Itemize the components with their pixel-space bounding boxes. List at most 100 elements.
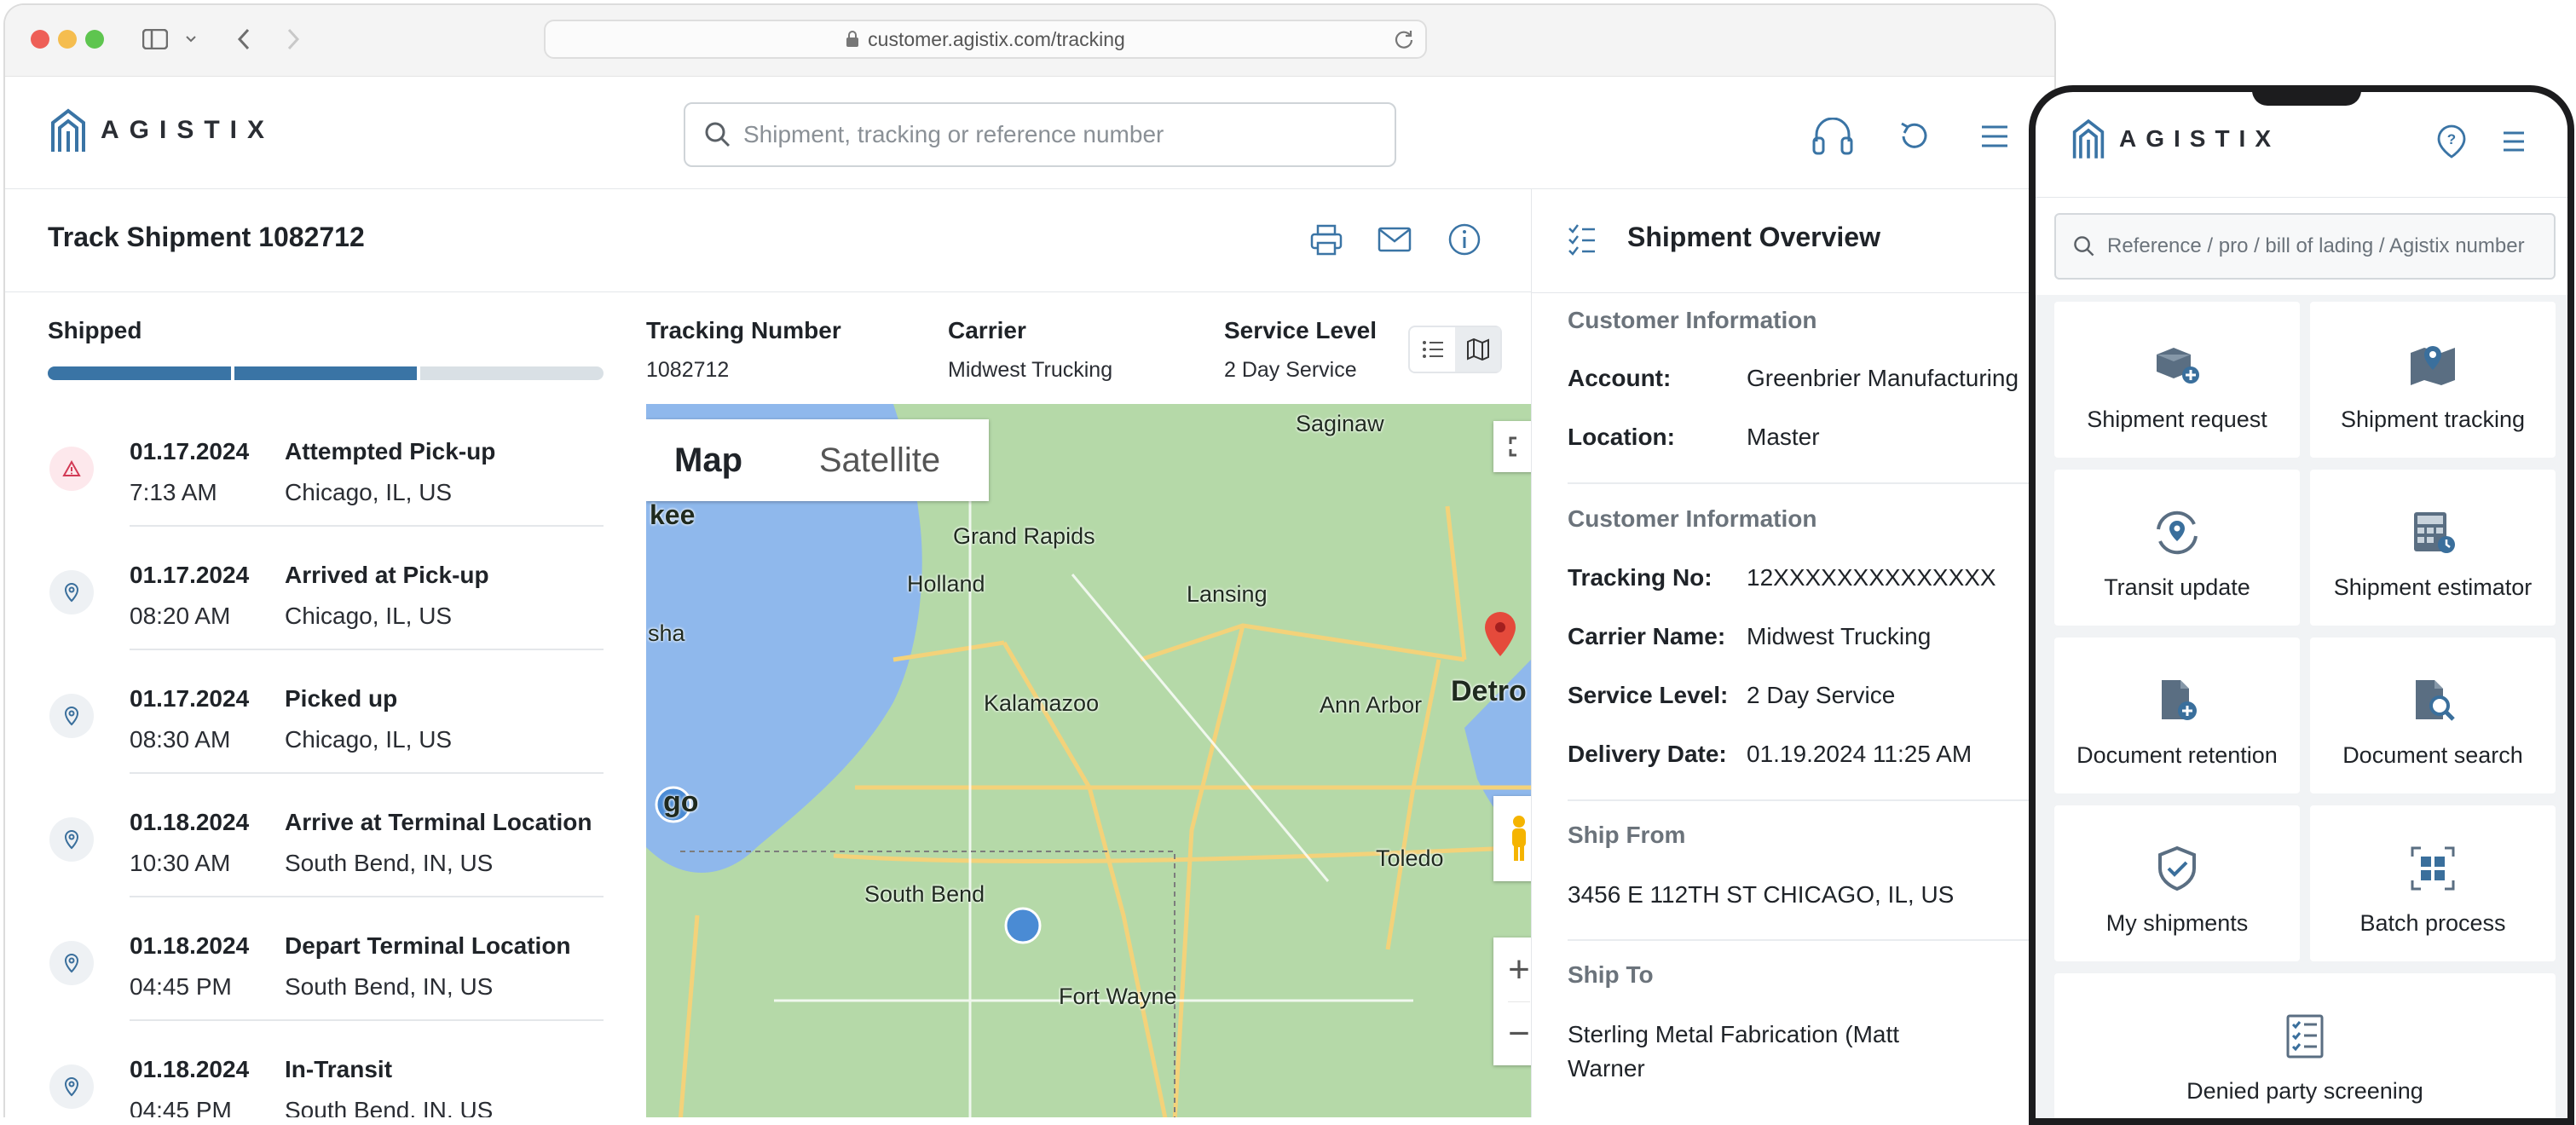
agistix-logo[interactable]: AGISTIX [49, 107, 274, 153]
event-date: 01.17.2024 [130, 685, 250, 712]
event-date: 01.17.2024 [130, 562, 250, 588]
forward-icon[interactable] [278, 24, 309, 55]
divider [130, 772, 604, 774]
mobile-search-input[interactable]: Reference / pro / bill of lading / Agist… [2054, 213, 2556, 280]
document-search-icon [2403, 671, 2463, 730]
help-location-icon[interactable]: ? [2436, 124, 2467, 163]
tracking-event[interactable]: 01.18.2024 04:45 PM In-Transit South Ben… [48, 1049, 604, 1117]
customer-info-heading: Customer Information [1568, 307, 1817, 333]
divider [1568, 482, 2054, 484]
map-view-icon[interactable] [1455, 327, 1500, 372]
tracking-event[interactable]: 01.18.2024 10:30 AM Arrive at Terminal L… [48, 802, 604, 926]
list-view-icon[interactable] [1410, 327, 1455, 372]
tile-transit-update[interactable]: Transit update [2054, 470, 2300, 626]
fullscreen-icon[interactable] [1493, 421, 1531, 472]
ship-to-heading: Ship To [1568, 961, 1654, 988]
address-bar[interactable]: customer.agistix.com/tracking [544, 20, 1427, 59]
divider [130, 896, 604, 897]
tracking-event[interactable]: 01.18.2024 04:45 PM Depart Terminal Loca… [48, 926, 604, 1049]
email-icon[interactable] [1374, 219, 1415, 260]
tile-shipment-request[interactable]: Shipment request [2054, 302, 2300, 458]
info-icon[interactable] [1444, 219, 1485, 260]
sidebar-toggle-icon[interactable] [140, 24, 170, 55]
service-level-value: 2 Day Service [1747, 682, 1896, 708]
service-level-value: 2 Day Service [1224, 358, 1357, 382]
shipment-request-icon [2147, 335, 2207, 395]
account-label: Account: [1568, 365, 1672, 391]
agistix-logo[interactable]: AGISTIX [2071, 118, 2280, 160]
map-city-label: kee [650, 499, 696, 530]
print-icon[interactable] [1306, 219, 1347, 260]
event-title: Depart Terminal Location [285, 932, 571, 959]
map-city-label: Toledo [1376, 845, 1444, 871]
carrier-name-value: Midwest Trucking [1747, 623, 1932, 649]
tracking-event[interactable]: 01.17.2024 08:20 AM Arrived at Pick-up C… [48, 555, 604, 678]
progress-segment [48, 366, 231, 380]
tile-label: Document retention [2076, 742, 2278, 768]
event-location: Chicago, IL, US [285, 479, 453, 505]
menu-icon[interactable] [2501, 130, 2527, 158]
tile-document-search[interactable]: Document search [2310, 638, 2556, 793]
search-placeholder: Shipment, tracking or reference number [743, 121, 1164, 147]
headset-icon[interactable] [1811, 114, 1855, 159]
tile-document-retention[interactable]: Document retention [2054, 638, 2300, 793]
map[interactable]: Map Satellite Saginaw kee Grand Rapids H… [646, 404, 1531, 1117]
tracking-event[interactable]: 01.17.2024 08:30 AM Picked up Chicago, I… [48, 678, 604, 802]
map-city-label: Fort Wayne [1059, 984, 1177, 1009]
event-title: In-Transit [285, 1056, 393, 1082]
tile-shipment-estimator[interactable]: Shipment estimator [2310, 470, 2556, 626]
zoom-out-button[interactable]: − [1508, 1001, 1530, 1065]
tile-my-shipments[interactable]: My shipments [2054, 805, 2300, 961]
event-time: 7:13 AM [130, 479, 217, 505]
map-city-label: Grand Rapids [953, 523, 1095, 549]
tile-batch-process[interactable]: Batch process [2310, 805, 2556, 961]
app-header: AGISTIX Shipment, tracking or reference … [5, 77, 2054, 189]
minimize-window-button[interactable] [58, 30, 77, 49]
reload-icon[interactable] [1393, 28, 1415, 50]
map-type-satellite-button[interactable]: Satellite [771, 419, 989, 501]
destination-marker-icon[interactable] [1485, 612, 1516, 656]
ship-from-value: 3456 E 112TH ST CHICAGO, IL, US [1568, 881, 1955, 908]
tile-label: Denied party screening [2186, 1078, 2423, 1104]
tile-label: Shipment tracking [2340, 407, 2526, 432]
view-toggle [1408, 326, 1502, 373]
agistix-logo-icon [51, 108, 85, 152]
url-text: customer.agistix.com/tracking [868, 27, 1125, 50]
tile-shipment-tracking[interactable]: Shipment tracking [2310, 302, 2556, 458]
event-title: Arrive at Terminal Location [285, 809, 592, 835]
search-input[interactable]: Shipment, tracking or reference number [684, 102, 1396, 167]
batch-process-icon [2403, 839, 2463, 898]
menu-icon[interactable] [1972, 114, 2017, 159]
transit-update-icon [2147, 503, 2207, 562]
delivery-date-label: Delivery Date: [1568, 741, 1727, 767]
close-window-button[interactable] [31, 30, 49, 49]
delivery-date-value: 01.19.2024 11:25 AM [1747, 741, 1972, 767]
tile-label: Document search [2342, 742, 2523, 768]
tracking-no-label: Tracking No: [1568, 564, 1713, 591]
event-date: 01.18.2024 [130, 1056, 250, 1082]
shipment-tracking-icon [2403, 335, 2463, 395]
map-city-label: Holland [907, 571, 985, 597]
map-type-map-button[interactable]: Map [646, 419, 771, 501]
chevron-down-icon[interactable] [181, 24, 201, 55]
divider [1568, 939, 2054, 941]
event-time: 08:20 AM [130, 603, 231, 629]
location-pin-icon [49, 817, 94, 862]
carrier-value: Midwest Trucking [948, 358, 1113, 382]
back-icon[interactable] [228, 24, 259, 55]
ship-to-value-line2: Warner [1568, 1055, 1645, 1082]
maximize-window-button[interactable] [85, 30, 104, 49]
overview-title: Shipment Overview [1627, 222, 1880, 252]
street-view-icon[interactable] [1493, 796, 1531, 881]
refresh-icon[interactable] [1892, 114, 1937, 159]
event-time: 10:30 AM [130, 850, 231, 876]
divider [1568, 799, 2054, 801]
event-time: 04:45 PM [130, 1097, 232, 1117]
tracking-event[interactable]: 01.17.2024 7:13 AM Attempted Pick-up Chi… [48, 431, 604, 555]
zoom-in-button[interactable]: + [1508, 938, 1530, 1001]
tile-label: Transit update [2104, 574, 2250, 600]
tracking-number-value: 1082712 [646, 358, 730, 382]
event-location: South Bend, IN, US [285, 850, 494, 876]
tile-denied-party-screening[interactable]: Denied party screening [2054, 973, 2556, 1118]
divider [130, 525, 604, 527]
